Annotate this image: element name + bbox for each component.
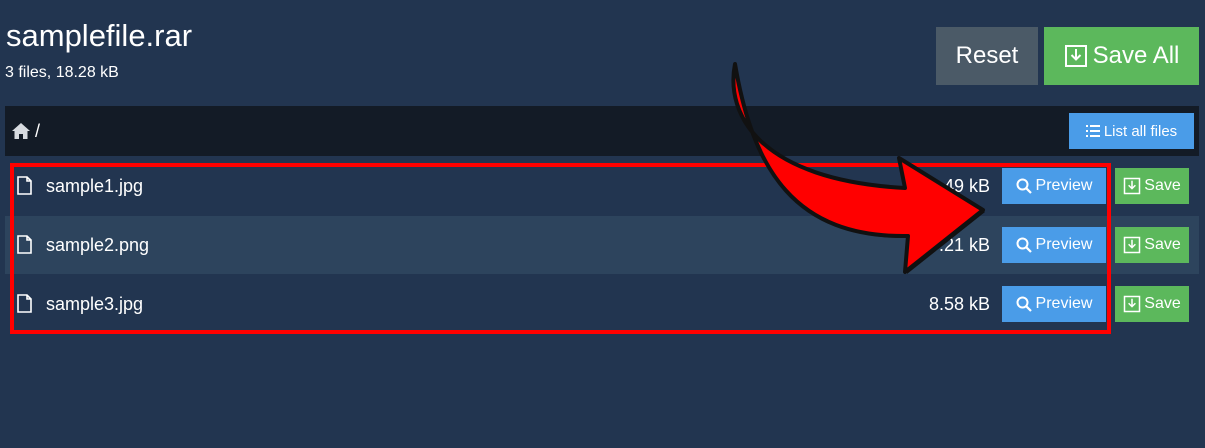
search-icon bbox=[1016, 296, 1032, 312]
file-name[interactable]: sample2.png bbox=[46, 235, 149, 256]
search-icon bbox=[1016, 178, 1032, 194]
file-row: sample1.jpg 4.49 kB Preview Save bbox=[5, 157, 1199, 215]
list-all-files-button[interactable]: List all files bbox=[1069, 113, 1194, 149]
file-size: 8.58 kB bbox=[928, 294, 990, 314]
list-all-files-label: List all files bbox=[1103, 122, 1178, 140]
save-button[interactable]: Save bbox=[1115, 286, 1189, 322]
save-button[interactable]: Save bbox=[1115, 227, 1189, 263]
file-name[interactable]: sample1.jpg bbox=[46, 176, 143, 197]
breadcrumb: / bbox=[35, 121, 41, 141]
download-icon bbox=[1123, 177, 1141, 195]
archive-summary: 3 files, 18.28 kB bbox=[5, 64, 119, 81]
preview-label: Preview bbox=[1035, 236, 1093, 253]
file-icon bbox=[17, 294, 32, 313]
reset-button-label: Reset bbox=[955, 42, 1019, 69]
preview-label: Preview bbox=[1035, 177, 1093, 194]
save-button[interactable]: Save bbox=[1115, 168, 1189, 204]
file-icon bbox=[17, 176, 32, 195]
download-icon bbox=[1064, 44, 1088, 68]
save-label: Save bbox=[1144, 177, 1181, 194]
home-icon[interactable] bbox=[12, 123, 30, 139]
save-label: Save bbox=[1144, 236, 1181, 253]
file-row: sample2.png 5.21 kB Preview Save bbox=[5, 216, 1199, 274]
list-icon bbox=[1085, 125, 1100, 137]
archive-title: samplefile.rar bbox=[6, 18, 193, 53]
file-row: sample3.jpg 8.58 kB Preview Save bbox=[5, 275, 1199, 333]
save-label: Save bbox=[1144, 295, 1181, 312]
preview-button[interactable]: Preview bbox=[1002, 168, 1106, 204]
file-icon bbox=[17, 235, 32, 254]
save-all-button[interactable]: Save All bbox=[1044, 27, 1199, 85]
path-bar: / List all files bbox=[5, 106, 1199, 156]
preview-button[interactable]: Preview bbox=[1002, 286, 1106, 322]
preview-label: Preview bbox=[1035, 295, 1093, 312]
save-all-label: Save All bbox=[1092, 42, 1180, 69]
download-icon bbox=[1123, 236, 1141, 254]
file-size: 4.49 kB bbox=[928, 176, 990, 196]
file-name[interactable]: sample3.jpg bbox=[46, 294, 143, 315]
search-icon bbox=[1016, 237, 1032, 253]
reset-button[interactable]: Reset bbox=[936, 27, 1038, 85]
download-icon bbox=[1123, 295, 1141, 313]
preview-button[interactable]: Preview bbox=[1002, 227, 1106, 263]
file-size: 5.21 kB bbox=[928, 235, 990, 255]
